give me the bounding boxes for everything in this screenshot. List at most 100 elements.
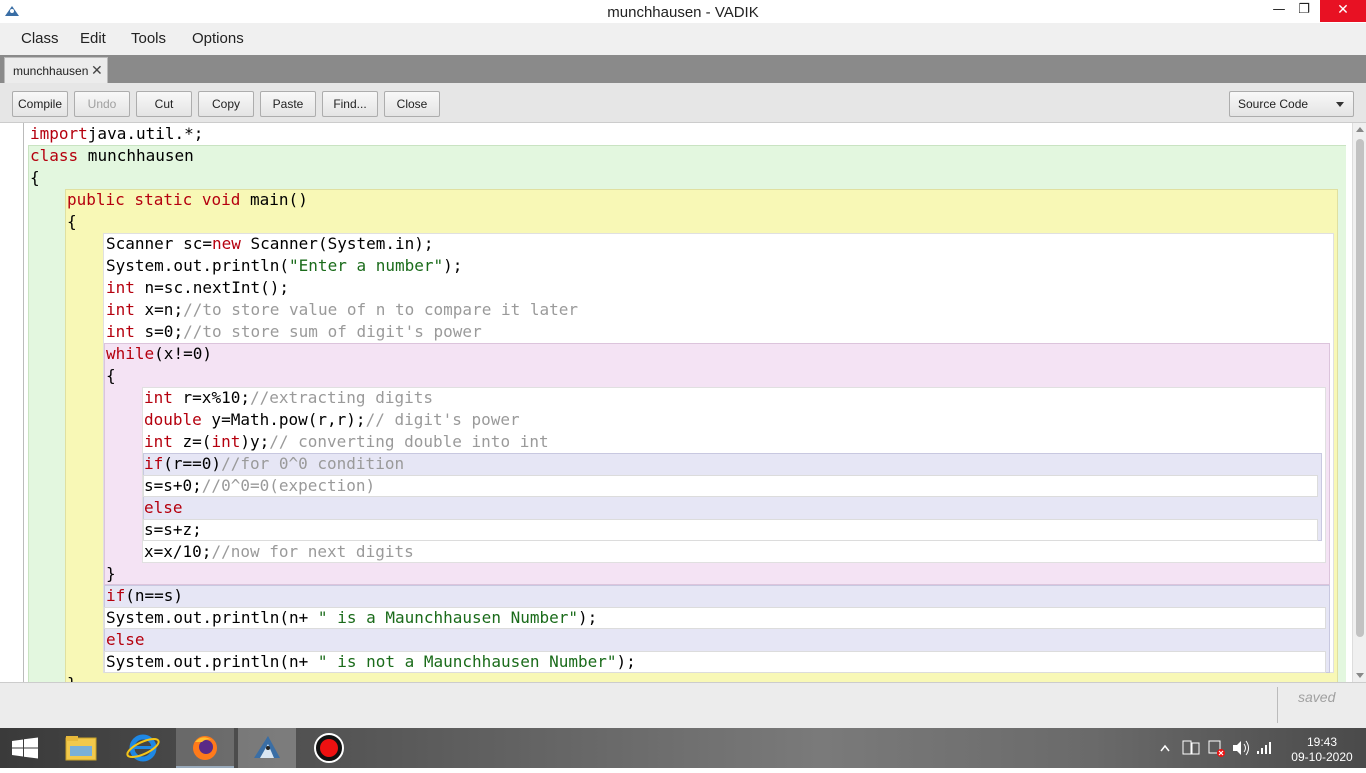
code-token: Scanner(System.in); — [240, 234, 434, 253]
code-line[interactable]: if(n==s) — [106, 585, 183, 607]
code-token: } — [67, 674, 77, 682]
clock-date[interactable]: 09-10-2020 — [1286, 750, 1358, 764]
cut-button[interactable]: Cut — [136, 91, 192, 117]
editor-gutter — [0, 123, 24, 682]
code-token: s=s+z; — [144, 520, 202, 539]
tab-close-icon[interactable]: ✕ — [91, 62, 103, 79]
scrollbar-thumb[interactable] — [1356, 139, 1364, 637]
code-token: else — [144, 498, 183, 517]
code-line[interactable]: int r=x%10;//extracting digits — [144, 387, 433, 409]
compile-button[interactable]: Compile — [12, 91, 68, 117]
code-line[interactable]: int z=(int)y;// converting double into i… — [144, 431, 549, 453]
code-token: main() — [240, 190, 308, 209]
code-line[interactable]: while(x!=0) — [106, 343, 212, 365]
find-button[interactable]: Find... — [322, 91, 378, 117]
firefox-icon[interactable] — [176, 728, 234, 768]
code-line[interactable]: } — [67, 673, 77, 682]
code-token: if — [144, 454, 164, 473]
code-token: //to store sum of digit's power — [183, 322, 482, 341]
code-line[interactable]: } — [106, 563, 116, 585]
file-explorer-icon[interactable] — [52, 728, 110, 768]
clock-time[interactable]: 19:43 — [1286, 735, 1358, 749]
chevron-down-icon — [1336, 102, 1344, 107]
menu-bar: Class Edit Tools Options — [0, 23, 1366, 55]
code-token: ); — [578, 608, 598, 627]
code-line[interactable]: { — [67, 211, 77, 233]
bluej-icon[interactable] — [238, 728, 296, 768]
code-line[interactable]: Scanner sc=new Scanner(System.in); — [106, 233, 434, 255]
code-line[interactable]: System.out.println("Enter a number"); — [106, 255, 462, 277]
code-line[interactable]: importjava.util.*; — [30, 123, 203, 145]
menu-options[interactable]: Options — [192, 30, 244, 47]
screen-recorder-icon[interactable] — [300, 728, 358, 768]
code-token: int — [211, 432, 241, 451]
close-window-button[interactable]: ✕ — [1320, 0, 1366, 22]
code-token: munchhausen — [78, 146, 194, 165]
save-status: saved — [1298, 689, 1336, 705]
code-editor[interactable]: importjava.util.*; class munchhausen{publ… — [0, 123, 1366, 682]
code-token: while — [106, 344, 155, 363]
code-line[interactable]: if(r==0)//for 0^0 condition — [144, 453, 404, 475]
volume-icon[interactable] — [1230, 728, 1252, 768]
code-token: " is not a Maunchhausen Number" — [317, 652, 617, 671]
code-token: Scanner sc= — [106, 234, 212, 253]
close-button[interactable]: Close — [384, 91, 440, 117]
code-line[interactable]: System.out.println(n+ " is not a Maunchh… — [106, 651, 636, 673]
code-token: //to store value of n to compare it late… — [183, 300, 579, 319]
code-line[interactable]: else — [144, 497, 183, 519]
code-token: } — [106, 564, 116, 583]
code-token: else — [106, 630, 145, 649]
code-token: " is a Maunchhausen Number" — [317, 608, 579, 627]
code-token: // digit's power — [365, 410, 520, 429]
scroll-up-icon[interactable] — [1356, 127, 1364, 132]
toolbar: Compile Undo Cut Copy Paste Find... Clos… — [0, 83, 1366, 123]
code-line[interactable]: s=s+0;//0^0=0(expection) — [144, 475, 375, 497]
code-token: int — [106, 300, 135, 319]
code-line[interactable]: else — [106, 629, 145, 651]
code-line[interactable]: int n=sc.nextInt(); — [106, 277, 289, 299]
status-bar: saved — [0, 682, 1366, 728]
code-line[interactable]: int x=n;//to store value of n to compare… — [106, 299, 578, 321]
menu-tools[interactable]: Tools — [131, 30, 166, 47]
paste-button[interactable]: Paste — [260, 91, 316, 117]
code-token: // converting double into int — [269, 432, 549, 451]
code-token: System.out.println(n+ — [106, 652, 318, 671]
code-token: { — [30, 168, 40, 187]
view-mode-select[interactable]: Source Code — [1229, 91, 1354, 117]
windows-start-icon[interactable] — [0, 728, 50, 768]
code-token: int — [106, 322, 135, 341]
code-token: //for 0^0 condition — [221, 454, 405, 473]
tablet-mode-icon[interactable] — [1180, 728, 1202, 768]
code-line[interactable]: { — [30, 167, 40, 189]
code-line[interactable]: x=x/10;//now for next digits — [144, 541, 414, 563]
title-bar: munchhausen - VADIK — ❐ ✕ — [0, 0, 1366, 23]
code-token: )y; — [240, 432, 270, 451]
code-line[interactable]: s=s+z; — [144, 519, 202, 541]
code-line[interactable]: class munchhausen — [30, 145, 194, 167]
tab-munchhausen[interactable]: munchhausen ✕ — [4, 57, 108, 83]
code-token: int — [144, 388, 173, 407]
code-line[interactable]: { — [106, 365, 116, 387]
scroll-down-icon[interactable] — [1356, 673, 1364, 678]
code-token: System.out.println( — [106, 256, 290, 275]
menu-class[interactable]: Class — [21, 30, 59, 47]
code-line[interactable]: public static void main() — [67, 189, 308, 211]
network-error-icon[interactable] — [1206, 728, 1228, 768]
code-line[interactable]: int s=0;//to store sum of digit's power — [106, 321, 482, 343]
undo-button[interactable]: Undo — [74, 91, 130, 117]
internet-explorer-icon[interactable] — [114, 728, 172, 768]
signal-icon[interactable] — [1255, 728, 1277, 768]
show-hidden-icons-icon[interactable] — [1160, 728, 1170, 768]
vertical-scrollbar[interactable] — [1352, 123, 1366, 682]
menu-edit[interactable]: Edit — [80, 30, 106, 47]
code-line[interactable]: System.out.println(n+ " is a Maunchhause… — [106, 607, 597, 629]
copy-button[interactable]: Copy — [198, 91, 254, 117]
code-token: "Enter a number" — [289, 256, 444, 275]
maximize-button[interactable]: ❐ — [1290, 0, 1318, 22]
window-title: munchhausen - VADIK — [607, 4, 759, 21]
code-token: int — [106, 278, 135, 297]
code-line[interactable]: double y=Math.pow(r,r);// digit's power — [144, 409, 520, 431]
code-token: s=0; — [134, 322, 184, 341]
code-token: z=( — [172, 432, 212, 451]
code-token: ); — [443, 256, 463, 275]
